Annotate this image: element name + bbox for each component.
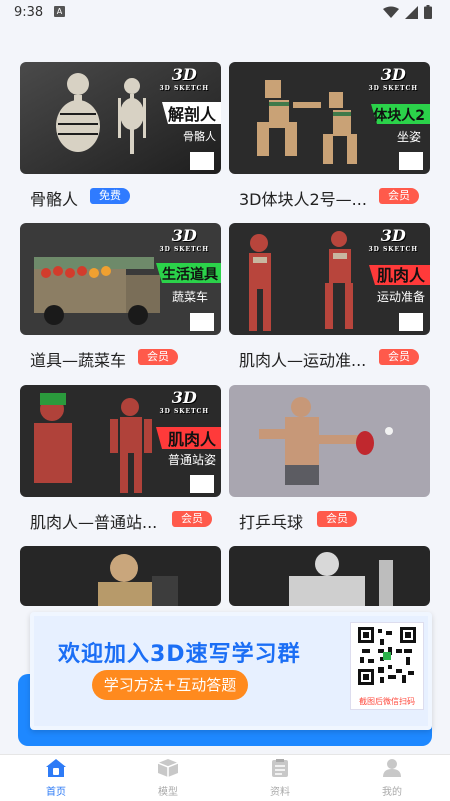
vip-badge: 会员: [138, 349, 178, 365]
banner-pill[interactable]: 学习方法+互动答题: [92, 670, 248, 700]
status-icons: [383, 5, 432, 19]
svg-text:解剖人: 解剖人: [168, 105, 217, 124]
brand-logo: 3D 3D SKETCH: [159, 65, 209, 93]
card-title: 肌肉人—普通站...: [30, 513, 158, 532]
tab-label: 模型: [158, 787, 178, 798]
card-thumbnail: [229, 385, 430, 497]
tab-label: 资料: [270, 787, 290, 798]
svg-text:体块人2: 体块人2: [373, 107, 425, 124]
qr-caption: 截图后微信扫码: [359, 697, 415, 706]
vip-badge: 会员: [317, 511, 357, 527]
card-title: 肌肉人—运动准...: [239, 351, 367, 370]
battery-icon: [424, 5, 432, 19]
status-time: 9:38: [14, 5, 44, 20]
svg-text:蔬菜车: 蔬菜车: [172, 289, 208, 304]
card-thumbnail: [20, 546, 221, 606]
svg-text:普通站姿: 普通站姿: [168, 453, 216, 467]
home-icon: [46, 759, 66, 777]
vip-badge: 会员: [379, 188, 419, 204]
brand-logo: 3D 3D SKETCH: [159, 388, 209, 416]
signal-icon: [405, 5, 418, 19]
card-thumbnail: 解剖人 骨骼人 3D 3D SKETCH: [20, 62, 221, 174]
qr-code: 截图后微信扫码: [350, 622, 424, 710]
tab-home[interactable]: 首页: [26, 759, 86, 798]
notification-icon: A: [54, 6, 65, 17]
banner-title: 欢迎加入3D速写学习群: [58, 642, 301, 667]
tab-label: 首页: [46, 787, 66, 798]
qr-code-icon: [358, 627, 416, 685]
svg-text:运动准备: 运动准备: [377, 290, 425, 304]
brand-logo: 3D 3D SKETCH: [368, 65, 418, 93]
svg-text:坐姿: 坐姿: [397, 130, 421, 144]
tab-profile[interactable]: 我的: [362, 759, 422, 798]
card-title: 骨骼人: [30, 190, 79, 209]
card-thumbnail: 肌肉人 普通站姿 3D 3D SKETCH: [20, 385, 221, 497]
join-group-banner[interactable]: 欢迎加入3D速写学习群 学习方法+互动答题 截图后微信扫码: [18, 606, 432, 746]
wifi-icon: [383, 6, 399, 18]
card-thumbnail: [229, 546, 430, 606]
free-badge: 免费: [90, 188, 130, 204]
card-thumbnail: 生活道具 蔬菜车 3D 3D SKETCH: [20, 223, 221, 335]
svg-text:生活道具: 生活道具: [162, 266, 218, 283]
card-thumbnail: 肌肉人 运动准备 3D 3D SKETCH: [229, 223, 430, 335]
status-bar: 9:38 A: [0, 0, 450, 26]
card-thumbnail: 体块人2 坐姿 3D 3D SKETCH: [229, 62, 430, 174]
tab-models[interactable]: 模型: [138, 759, 198, 798]
card-title: 3D体块人2号—...: [239, 190, 367, 209]
vip-badge: 会员: [379, 349, 419, 365]
card-title: 道具—蔬菜车: [30, 351, 127, 370]
brand-logo: 3D 3D SKETCH: [368, 226, 418, 254]
vip-badge: 会员: [172, 511, 212, 527]
card-title: 打乒乓球: [239, 513, 304, 532]
svg-text:肌肉人: 肌肉人: [377, 266, 426, 285]
svg-text:肌肉人: 肌肉人: [168, 430, 217, 449]
tab-label: 我的: [382, 787, 402, 798]
cube-icon: [157, 759, 179, 777]
banner-card: 欢迎加入3D速写学习群 学习方法+互动答题 截图后微信扫码: [30, 612, 432, 730]
tab-materials[interactable]: 资料: [250, 759, 310, 798]
brand-logo: 3D 3D SKETCH: [159, 226, 209, 254]
bottom-tab-bar: 首页 模型 资料 我的: [0, 754, 450, 801]
svg-text:骨骼人: 骨骼人: [183, 129, 216, 143]
user-icon: [383, 759, 401, 777]
document-icon: [272, 759, 288, 777]
